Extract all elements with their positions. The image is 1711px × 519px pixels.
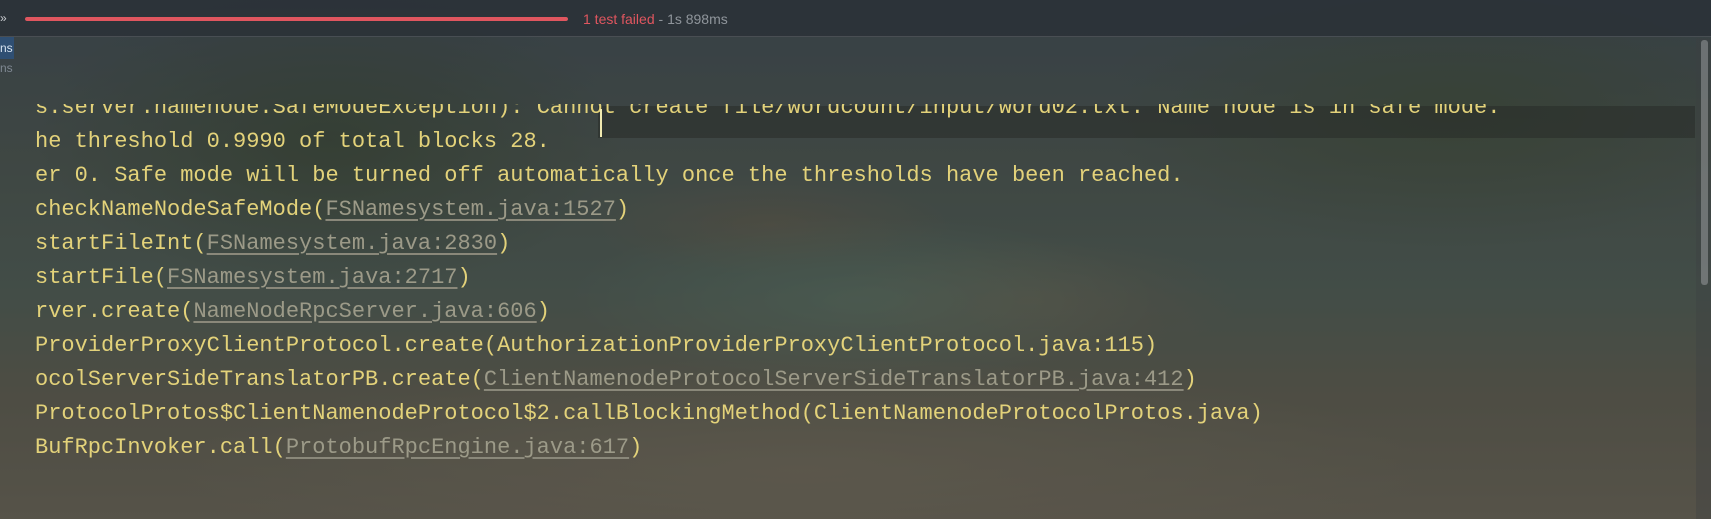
text-caret	[600, 109, 602, 137]
console-text: rver.create(	[35, 299, 194, 324]
tests-failed-count[interactable]: 1 test failed	[583, 11, 655, 27]
stacktrace-source-link[interactable]: NameNodeRpcServer.java:606	[193, 299, 536, 324]
console-text: )	[615, 197, 630, 222]
stacktrace-source-link[interactable]: FSNamesystem.java:2830	[207, 231, 497, 256]
console-line: BufRpcInvoker.call(ProtobufRpcEngine.jav…	[35, 431, 642, 465]
console-output[interactable]: s.server.namenode.SafeModeException): Ca…	[0, 104, 1711, 484]
console-line: ProviderProxyClientProtocol.create(Autho…	[35, 329, 1157, 363]
console-text: )	[497, 231, 511, 256]
test-progress-fill	[25, 17, 568, 21]
test-duration: 1s 898ms	[667, 11, 728, 27]
console-line: he threshold 0.9990 of total blocks 28.	[35, 125, 550, 159]
console-text: )	[457, 265, 471, 290]
console-line: s.server.namenode.SafeModeException): Ca…	[35, 104, 1500, 125]
console-text: )	[629, 435, 643, 460]
test-status-text: 1 test failed - 1s 898ms	[583, 9, 728, 29]
console-text: ocolServerSideTranslatorPB.create(	[35, 367, 484, 392]
console-text: s.server.namenode.SafeModeException):	[35, 104, 537, 120]
stacktrace-source-link[interactable]: FSNamesystem.java:2717	[167, 265, 457, 290]
console-line: er 0. Safe mode will be turned off autom…	[35, 159, 1184, 193]
gutter-tab-active[interactable]: ns	[0, 37, 14, 59]
console-text: )	[1183, 367, 1197, 392]
status-separator: -	[654, 11, 668, 27]
console-text: er 0. Safe mode will be turned off autom…	[35, 163, 1184, 188]
stacktrace-source-link[interactable]: ClientNamenodeProtocolServerSideTranslat…	[484, 367, 1184, 392]
console-text: Cannot create file/wordcount/input/word0…	[536, 104, 1501, 120]
stacktrace-source-link[interactable]: ProtobufRpcEngine.java:617	[286, 435, 629, 460]
vertical-scrollbar-thumb[interactable]	[1701, 40, 1708, 285]
console-line: checkNameNodeSafeMode(FSNamesystem.java:…	[35, 193, 629, 227]
stacktrace-source-link[interactable]: FSNamesystem.java:1527	[325, 197, 615, 222]
test-status-bar: » 1 test failed - 1s 898ms	[0, 0, 1711, 37]
gutter-tab-inactive[interactable]: ns	[0, 57, 14, 79]
console-text: ProviderProxyClientProtocol.create(Autho…	[35, 333, 1158, 358]
console-text: startFileInt(	[35, 231, 207, 256]
console-line: ocolServerSideTranslatorPB.create(Client…	[35, 363, 1197, 397]
console-text: BufRpcInvoker.call(	[35, 435, 286, 460]
console-line: ProtocolProtos$ClientNamenodeProtocol$2.…	[35, 397, 1263, 431]
console-text: ProtocolProtos$ClientNamenodeProtocol$2.…	[35, 401, 1263, 426]
double-chevron-right-icon[interactable]: »	[0, 9, 12, 27]
console-text: he threshold 0.9990 of total blocks 28.	[35, 129, 550, 154]
console-text: checkNameNodeSafeMode(	[35, 197, 326, 222]
console-text: )	[536, 299, 550, 324]
test-progress-bar	[25, 17, 568, 21]
console-line: startFileInt(FSNamesystem.java:2830)	[35, 227, 510, 261]
console-text: startFile(	[35, 265, 168, 290]
console-line: startFile(FSNamesystem.java:2717)	[35, 261, 471, 295]
console-line: rver.create(NameNodeRpcServer.java:606)	[35, 295, 550, 329]
